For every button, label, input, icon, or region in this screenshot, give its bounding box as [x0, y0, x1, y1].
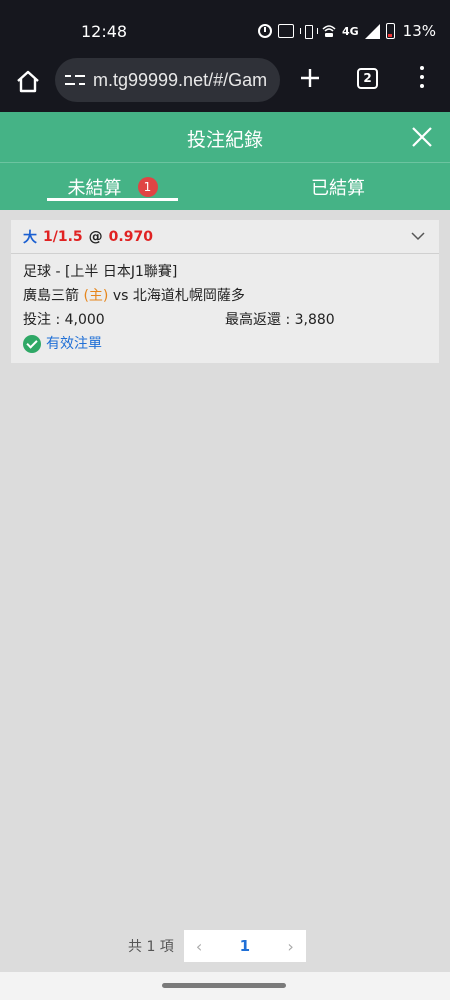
league-line: 足球 - [上半 日本J1聯賽]	[23, 264, 178, 280]
bet-card-body: 足球 - [上半 日本J1聯賽] 廣島三箭 (主) vs 北海道札幌岡薩多 投注…	[11, 254, 439, 356]
stake-amount: 投注 : 4,000	[23, 312, 105, 328]
max-return: 最高返還 : 3,880	[225, 312, 335, 328]
tab-unsettled-label: 未結算	[67, 177, 122, 199]
chevron-right-icon[interactable]: ›	[287, 937, 293, 956]
home-indicator[interactable]	[162, 983, 286, 988]
tab-settled[interactable]: 已結算	[258, 163, 418, 210]
pagination-total: 共 1 項	[128, 939, 174, 955]
pagination-controls: ‹ 1 ›	[183, 930, 306, 962]
tabs-row: 未結算 1 已結算	[0, 162, 450, 210]
close-icon[interactable]	[410, 125, 434, 149]
pagination: 共 1 項 ‹ 1 ›	[128, 930, 306, 962]
unsettled-count-badge: 1	[137, 176, 158, 197]
home-team: 廣島三箭	[23, 288, 79, 304]
more-vert-icon[interactable]	[416, 66, 428, 90]
home-icon[interactable]	[14, 68, 42, 96]
away-team: 北海道札幌岡薩多	[132, 288, 245, 304]
bet-status-label: 有效注單	[46, 336, 102, 352]
bet-card[interactable]: 大 1/1.5 @ 0.970 足球 - [上半 日本J1聯賽] 廣島三箭 (主…	[11, 220, 439, 363]
status-time: 12:48	[81, 22, 128, 41]
bet-type: 大	[23, 229, 37, 246]
battery-icon	[385, 23, 395, 39]
gesture-bar	[0, 972, 450, 1000]
network-type: 4G	[341, 24, 359, 38]
bet-card-header[interactable]: 大 1/1.5 @ 0.970	[11, 220, 439, 254]
site-settings-icon[interactable]	[65, 72, 85, 88]
bet-at: @	[88, 228, 103, 245]
vs-label: vs	[112, 288, 129, 304]
tab-settled-label: 已結算	[311, 177, 365, 199]
chevron-down-icon[interactable]	[411, 229, 425, 243]
tabs-icon[interactable]: 2	[357, 68, 378, 89]
match-line: 廣島三箭 (主) vs 北海道札幌岡薩多	[23, 284, 427, 308]
wifi-calling-icon	[322, 23, 336, 40]
status-icons: 4G 13%	[257, 22, 436, 40]
battery-percent: 13%	[402, 22, 436, 40]
bet-handicap: 1/1.5	[43, 228, 83, 245]
signal-icon	[364, 23, 380, 39]
alarm-icon	[257, 24, 272, 38]
bet-status: 有效注單	[23, 332, 427, 356]
chevron-left-icon[interactable]: ‹	[196, 937, 202, 956]
status-bar: 12:48 4G 13%	[0, 0, 450, 58]
browser-toolbar: m.tg99999.net/#/Gam 2	[0, 58, 450, 112]
auto-box-icon	[277, 24, 294, 38]
vibrate-icon	[299, 25, 318, 39]
app-header: 投注紀錄	[0, 112, 450, 162]
tab-unsettled[interactable]: 未結算 1	[47, 163, 178, 210]
stake-line: 投注 : 4,000 最高返還 : 3,880	[23, 308, 427, 332]
url-text[interactable]: m.tg99999.net/#/Gam	[93, 70, 267, 91]
plus-icon[interactable]	[296, 64, 324, 92]
address-bar[interactable]: m.tg99999.net/#/Gam	[55, 58, 280, 102]
page-number[interactable]: 1	[240, 937, 250, 955]
check-circle-icon	[23, 335, 41, 353]
page-title: 投注紀錄	[186, 129, 263, 151]
home-tag: (主)	[83, 288, 109, 304]
bet-odds: 0.970	[108, 228, 153, 245]
